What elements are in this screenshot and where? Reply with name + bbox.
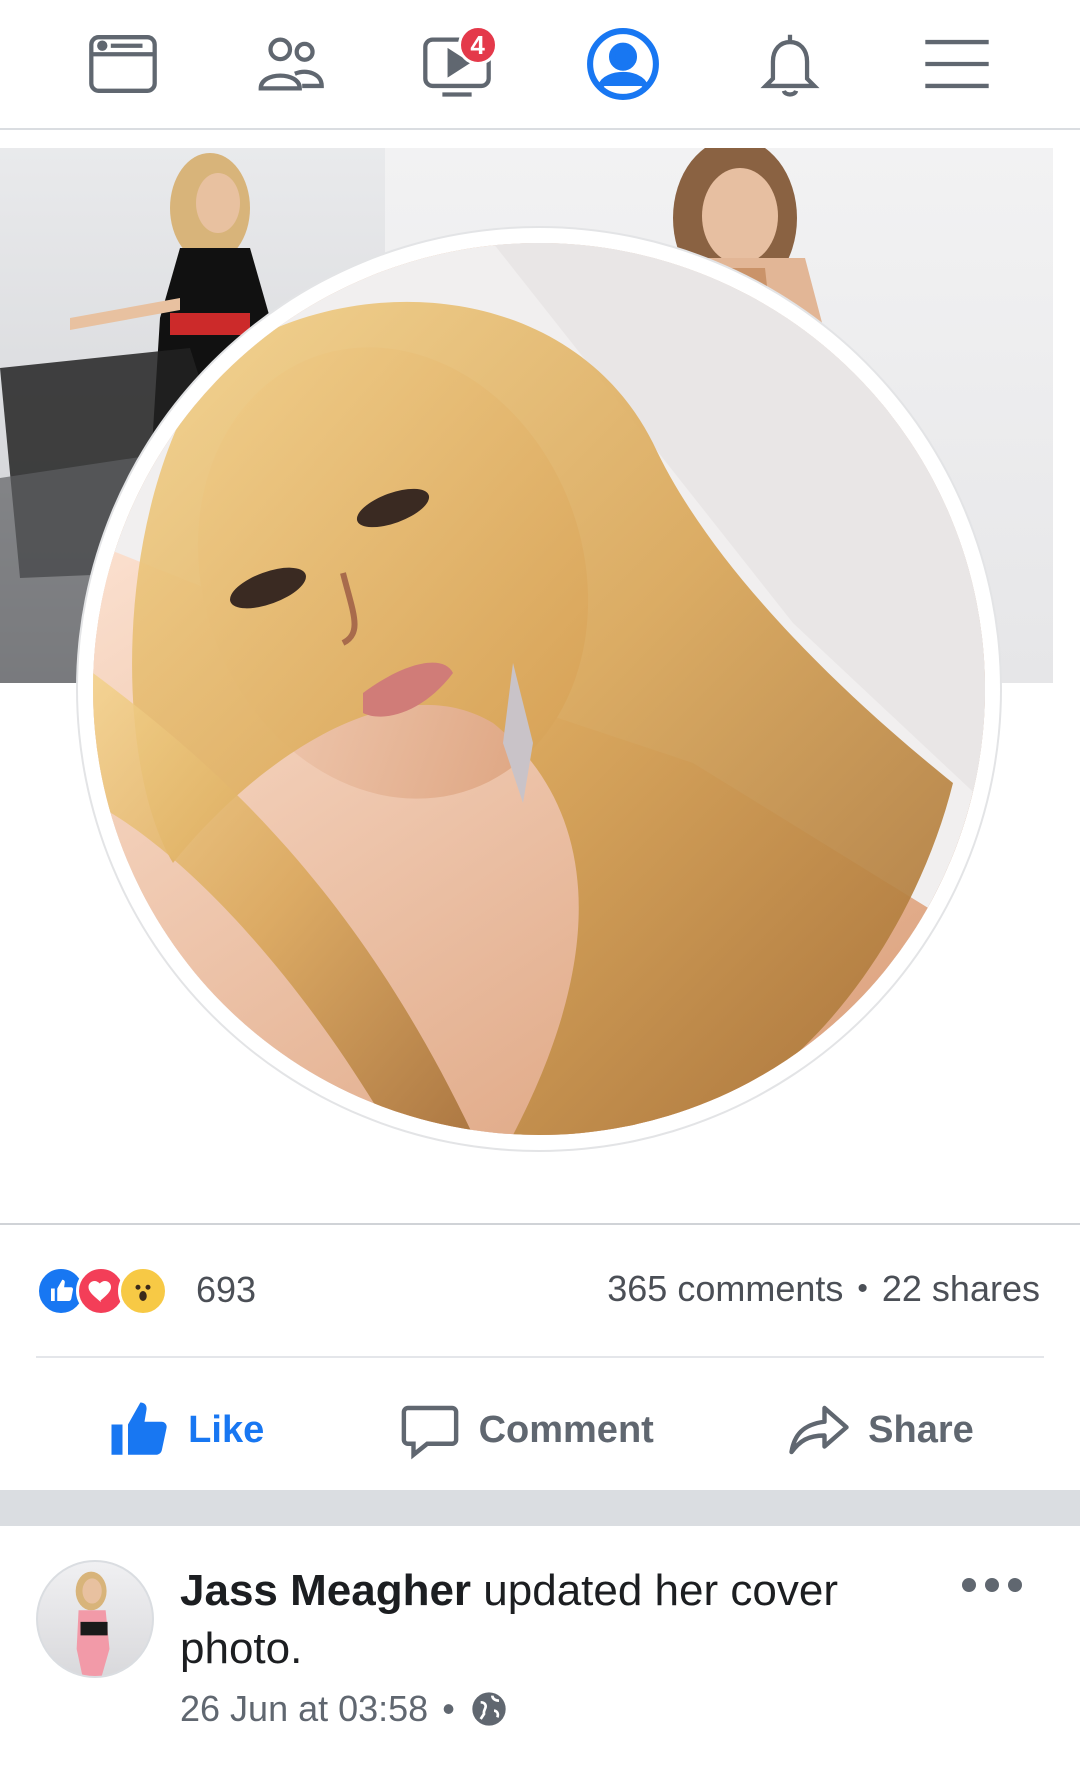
profile-photo-post-image[interactable] (0, 148, 1080, 1223)
comment-button[interactable]: Comment (397, 1397, 654, 1463)
comments-count-link[interactable]: 365 comments (607, 1268, 843, 1310)
divider (0, 1223, 1080, 1225)
hamburger-menu-icon (924, 39, 989, 89)
reactions-summary[interactable]: 693 (36, 1258, 256, 1322)
comment-label: Comment (478, 1408, 654, 1451)
post-timestamp[interactable]: 26 Jun at 03:58 (180, 1688, 428, 1730)
shares-count-link[interactable]: 22 shares (882, 1268, 1040, 1310)
profile-tab[interactable] (578, 19, 668, 109)
post-actions-bar: Like Comment Share (0, 1375, 1080, 1485)
author-name-link[interactable]: Jass Meagher (180, 1566, 471, 1615)
wow-reaction-icon (118, 1266, 168, 1316)
like-label: Like (188, 1408, 265, 1451)
share-button[interactable]: Share (786, 1397, 974, 1463)
watch-notification-badge: 4 (457, 25, 498, 65)
post-header-text: Jass Meagher updated her cover photo. (180, 1562, 940, 1678)
friends-tab[interactable] (245, 19, 335, 109)
post-metadata: 26 Jun at 03:58 • (180, 1688, 509, 1730)
news-feed-tab[interactable] (78, 19, 168, 109)
post-options-button[interactable] (962, 1570, 1022, 1600)
engagement-stats: 365 comments • 22 shares (607, 1268, 1040, 1310)
bell-icon (760, 34, 820, 97)
author-avatar[interactable] (36, 1560, 154, 1678)
comment-icon (401, 1405, 458, 1460)
news-feed-icon (89, 35, 158, 93)
notifications-tab[interactable] (745, 19, 835, 109)
separator-dot: • (857, 1272, 868, 1305)
profile-icon (587, 28, 660, 100)
like-button[interactable]: Like (106, 1397, 264, 1463)
watch-tab[interactable]: 4 (412, 19, 502, 109)
friends-icon (258, 37, 324, 91)
share-label: Share (868, 1408, 974, 1451)
dot (985, 1578, 999, 1592)
divider (36, 1356, 1044, 1358)
profile-picture (93, 243, 985, 1135)
top-navigation-bar: 4 (0, 0, 1080, 130)
reaction-count: 693 (196, 1269, 257, 1310)
globe-icon (472, 1692, 506, 1726)
thumbs-up-icon (111, 1402, 167, 1455)
dot (962, 1578, 976, 1592)
post-separator (0, 1490, 1080, 1526)
menu-tab[interactable] (912, 19, 1002, 109)
dot (1008, 1578, 1022, 1592)
separator-dot: • (442, 1688, 455, 1729)
share-arrow-icon (789, 1405, 849, 1455)
